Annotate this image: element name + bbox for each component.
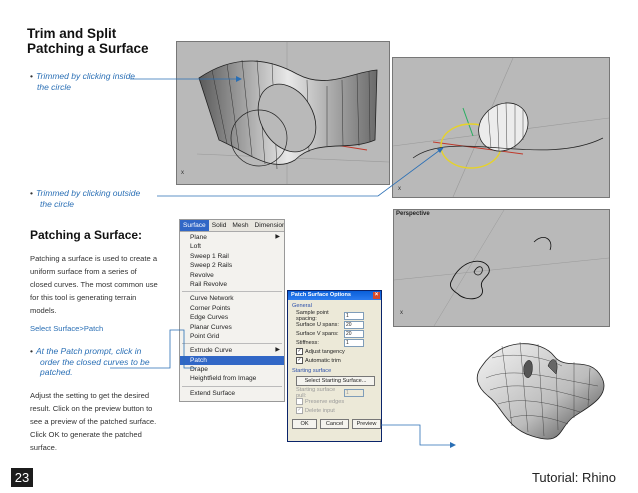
footer-title: Tutorial: Rhino (531, 470, 616, 485)
callout-arrow-inside (236, 76, 242, 82)
callout-line-patch (110, 329, 196, 369)
page-number: 23 (11, 468, 33, 487)
callout-lines (110, 76, 456, 448)
callout-line-outside-diag (377, 149, 441, 197)
callout-line-preview (381, 424, 450, 446)
callout-arrow-preview (450, 442, 456, 448)
callout-arrow-outside (437, 147, 444, 153)
